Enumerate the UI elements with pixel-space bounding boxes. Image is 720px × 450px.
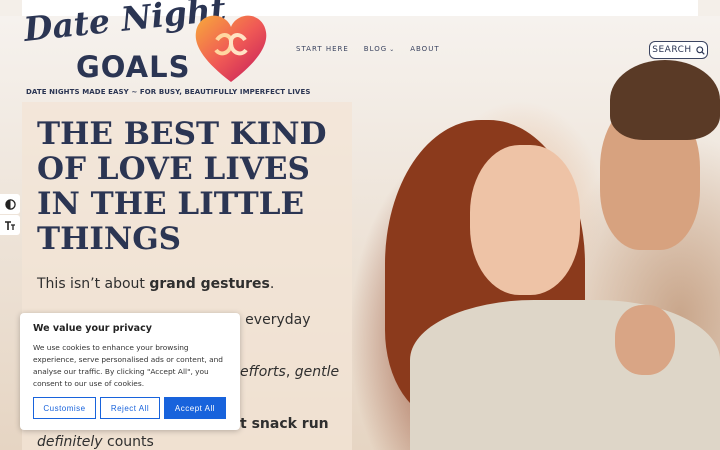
cookie-consent-banner: We value your privacy We use cookies to … [20, 313, 240, 430]
nav-about[interactable]: ABOUT [410, 45, 439, 53]
hero-line-1: This isn’t about grand gestures. [37, 276, 274, 292]
chevron-down-icon: ⌄ [389, 45, 396, 53]
nav-about-label: ABOUT [410, 45, 440, 53]
site-logo[interactable]: Date Night GOALS [22, 0, 274, 98]
search-icon [696, 45, 705, 55]
reject-all-button[interactable]: Reject All [100, 397, 160, 419]
hero-line-5-post: counts [102, 434, 154, 450]
hero-line-5: definitely counts [37, 434, 154, 450]
nav-blog[interactable]: BLOG ⌄ [364, 45, 395, 53]
nav-blog-label: BLOG [363, 45, 388, 53]
photo-man-hair [610, 60, 720, 140]
photo-shirt [410, 300, 720, 450]
hero-line-2: y, everyday [228, 312, 311, 328]
search-label: SEARCH [652, 45, 692, 55]
hero-line-4-bold: t snack run [240, 416, 329, 432]
hero-headline: THE BEST KIND OF LOVE LIVES IN THE LITTL… [37, 116, 327, 257]
cookie-title: We value your privacy [33, 323, 152, 334]
customise-button[interactable]: Customise [33, 397, 96, 419]
hero-line-1-bold: grand gestures [149, 276, 270, 292]
nav-start-here-label: START HERE [296, 45, 349, 53]
hero-line-3: efforts, gentle [240, 364, 339, 380]
nav-start-here[interactable]: START HERE [296, 45, 349, 53]
hero-line-3-mid: , [285, 364, 295, 380]
cookie-description: We use cookies to enhance your browsing … [33, 343, 224, 388]
contrast-toggle[interactable] [0, 194, 20, 214]
photo-woman-face [470, 145, 580, 295]
cookie-buttons: Customise Reject All Accept All [33, 397, 226, 419]
heart-logo-icon [195, 15, 267, 83]
main-nav: START HERE BLOG ⌄ ABOUT [296, 45, 440, 53]
hero-line-3-italic-2: gentle [294, 364, 340, 380]
hero-line-4: t snack run [240, 416, 329, 432]
logo-text-goals: GOALS [76, 50, 191, 84]
text-size-icon [5, 220, 15, 230]
hero-line-3-italic-1: efforts [240, 364, 286, 380]
accept-all-button[interactable]: Accept All [164, 397, 226, 419]
photo-hand [615, 305, 675, 375]
search-button[interactable]: SEARCH [649, 41, 708, 59]
text-size-toggle[interactable] [0, 215, 20, 235]
hero-line-1-pre: This isn’t about [37, 276, 150, 292]
contrast-icon [4, 198, 16, 210]
site-tagline: DATE NIGHTS MADE EASY ~ FOR BUSY, BEAUTI… [26, 88, 311, 96]
hero-line-5-italic: definitely [37, 434, 103, 450]
hero-line-1-post: . [269, 276, 275, 292]
